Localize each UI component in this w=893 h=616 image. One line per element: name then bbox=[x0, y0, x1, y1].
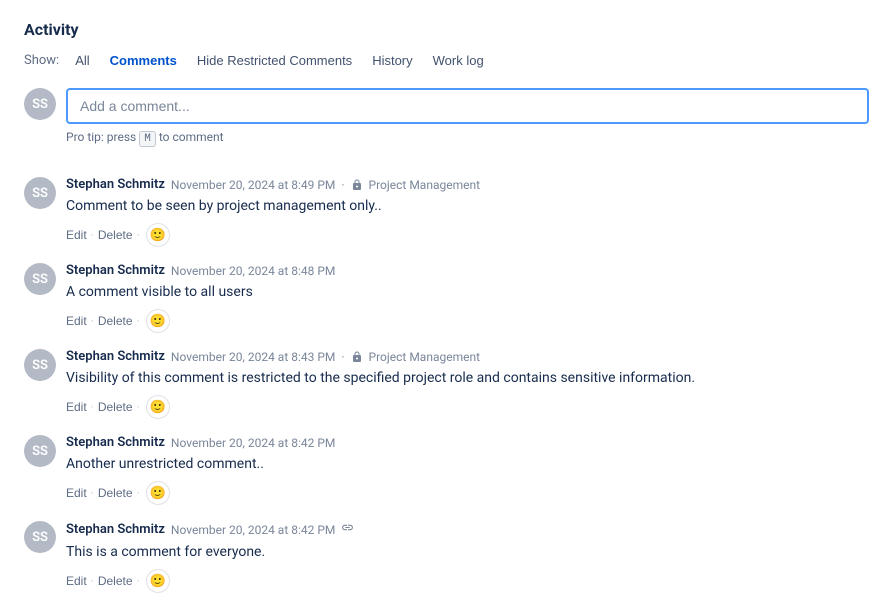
comment-edit-button[interactable]: Edit bbox=[66, 226, 87, 244]
comment-text: This is a comment for everyone. bbox=[66, 542, 869, 563]
comment-delete-button[interactable]: Delete bbox=[98, 312, 133, 330]
restriction-label: Project Management bbox=[369, 178, 480, 192]
comment-author: Stephan Schmitz bbox=[66, 177, 165, 192]
comment-text: Comment to be seen by project management… bbox=[66, 196, 869, 217]
restriction-label: Project Management bbox=[369, 350, 480, 364]
comment-delete-button[interactable]: Delete bbox=[98, 226, 133, 244]
comment-item: SS Stephan Schmitz November 20, 2024 at 8:… bbox=[24, 509, 869, 597]
restriction-separator: · bbox=[341, 350, 344, 364]
comment-avatar: SS bbox=[24, 435, 56, 467]
filter-history[interactable]: History bbox=[364, 49, 420, 72]
pro-tip: Pro tip: press M to comment bbox=[66, 130, 869, 145]
comment-item: SS Stephan Schmitz November 20, 2024 at 8:… bbox=[24, 165, 869, 251]
link-icon bbox=[341, 521, 354, 538]
comments-list: SS Stephan Schmitz November 20, 2024 at 8:… bbox=[24, 165, 869, 597]
comment-avatar: SS bbox=[24, 263, 56, 295]
action-separator: · bbox=[89, 574, 96, 588]
comment-input[interactable] bbox=[66, 88, 869, 124]
comment-item: SS Stephan Schmitz November 20, 2024 at 8:… bbox=[24, 251, 869, 337]
comment-text: A comment visible to all users bbox=[66, 282, 869, 303]
activity-title: Activity bbox=[24, 20, 869, 39]
emoji-reaction-button[interactable]: 🙂 bbox=[146, 481, 170, 505]
comment-timestamp: November 20, 2024 at 8:49 PM bbox=[171, 178, 335, 192]
comment-author: Stephan Schmitz bbox=[66, 522, 165, 537]
lock-icon bbox=[351, 351, 363, 363]
comment-edit-button[interactable]: Edit bbox=[66, 398, 87, 416]
comment-delete-button[interactable]: Delete bbox=[98, 572, 133, 590]
emoji-reaction-button[interactable]: 🙂 bbox=[146, 395, 170, 419]
comment-author: Stephan Schmitz bbox=[66, 263, 165, 278]
filter-hide-restricted[interactable]: Hide Restricted Comments bbox=[189, 49, 360, 72]
action-separator: · bbox=[135, 486, 142, 500]
current-user-avatar: SS bbox=[24, 88, 56, 120]
action-separator: · bbox=[135, 314, 142, 328]
filter-comments[interactable]: Comments bbox=[102, 49, 185, 72]
filter-worklog[interactable]: Work log bbox=[425, 49, 492, 72]
comment-edit-button[interactable]: Edit bbox=[66, 484, 87, 502]
emoji-reaction-button[interactable]: 🙂 bbox=[146, 309, 170, 333]
action-separator: · bbox=[135, 574, 142, 588]
action-separator: · bbox=[135, 400, 142, 414]
pro-tip-key: M bbox=[139, 131, 156, 147]
show-label: Show: bbox=[24, 53, 59, 68]
comment-item: SS Stephan Schmitz November 20, 2024 at 8:… bbox=[24, 423, 869, 509]
lock-icon bbox=[351, 179, 363, 191]
comment-text: Visibility of this comment is restricted… bbox=[66, 368, 869, 389]
comment-timestamp: November 20, 2024 at 8:43 PM bbox=[171, 350, 335, 364]
restriction-separator: · bbox=[341, 178, 344, 192]
action-separator: · bbox=[89, 228, 96, 242]
comment-timestamp: November 20, 2024 at 8:48 PM bbox=[171, 264, 335, 278]
filter-all[interactable]: All bbox=[67, 49, 97, 72]
comment-delete-button[interactable]: Delete bbox=[98, 398, 133, 416]
comment-timestamp: November 20, 2024 at 8:42 PM bbox=[171, 436, 335, 450]
comment-avatar: SS bbox=[24, 521, 56, 553]
action-separator: · bbox=[135, 228, 142, 242]
comment-edit-button[interactable]: Edit bbox=[66, 572, 87, 590]
action-separator: · bbox=[89, 314, 96, 328]
action-separator: · bbox=[89, 400, 96, 414]
comment-input-row: SS bbox=[24, 88, 869, 124]
comment-author: Stephan Schmitz bbox=[66, 349, 165, 364]
comment-delete-button[interactable]: Delete bbox=[98, 484, 133, 502]
emoji-reaction-button[interactable]: 🙂 bbox=[146, 223, 170, 247]
action-separator: · bbox=[89, 486, 96, 500]
comment-timestamp: November 20, 2024 at 8:42 PM bbox=[171, 523, 335, 537]
comment-avatar: SS bbox=[24, 349, 56, 381]
comment-avatar: SS bbox=[24, 177, 56, 209]
filter-bar: Show: All Comments Hide Restricted Comme… bbox=[24, 49, 869, 72]
comment-edit-button[interactable]: Edit bbox=[66, 312, 87, 330]
comment-text: Another unrestricted comment.. bbox=[66, 454, 869, 475]
emoji-reaction-button[interactable]: 🙂 bbox=[146, 569, 170, 593]
comment-item: SS Stephan Schmitz November 20, 2024 at 8:… bbox=[24, 337, 869, 423]
comment-author: Stephan Schmitz bbox=[66, 435, 165, 450]
